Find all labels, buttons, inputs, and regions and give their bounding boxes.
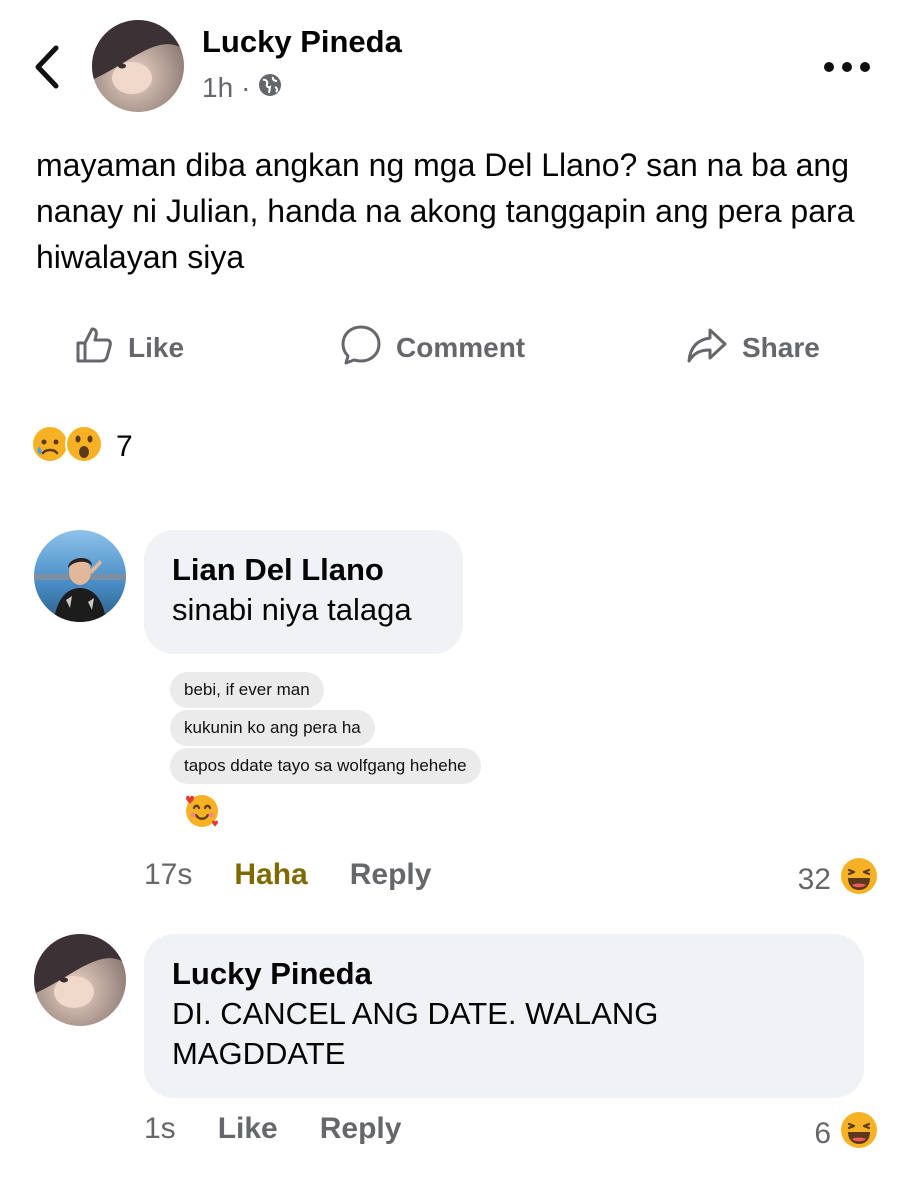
reaction-count: 7: [116, 429, 133, 463]
post-time[interactable]: 1h: [202, 72, 233, 104]
haha-emoji-icon: [839, 856, 879, 904]
comment-meta: 1s Like Reply: [144, 1112, 401, 1146]
reply-button[interactable]: Reply: [320, 1112, 402, 1146]
comment-time[interactable]: 1s: [144, 1112, 176, 1146]
reactions-summary[interactable]: 7: [30, 424, 133, 469]
comment-bubble[interactable]: Lian Del Llano sinabi niya talaga: [144, 530, 463, 654]
globe-icon: [258, 72, 282, 104]
comment-author-name[interactable]: Lucky Pineda: [172, 954, 836, 994]
comment-button[interactable]: Comment: [340, 324, 526, 373]
comment-text: DI. CANCEL ANG DATE. WALANG MAGDDATE: [172, 996, 659, 1071]
comment-icon: [340, 324, 382, 373]
post-author-name[interactable]: Lucky Pineda: [202, 24, 402, 60]
more-horizontal-icon[interactable]: [822, 60, 872, 74]
chevron-left-icon[interactable]: [30, 40, 66, 94]
post-text: mayaman diba angkan ng mga Del Llano? sa…: [36, 147, 855, 275]
reply-button[interactable]: Reply: [350, 858, 432, 892]
comment-reactions[interactable]: 32: [798, 856, 879, 904]
post-meta: 1h ·: [202, 72, 282, 104]
haha-reaction-button[interactable]: Haha: [234, 858, 307, 892]
comment-label: Comment: [396, 332, 526, 363]
smiling-face-with-hearts-emoji-icon: [182, 790, 222, 835]
comment-time[interactable]: 17s: [144, 858, 192, 892]
like-label: Like: [128, 332, 185, 363]
share-icon: [686, 325, 728, 372]
comment-reaction-count: 32: [797, 863, 831, 896]
wow-emoji-icon: [64, 424, 104, 469]
comment-meta: 17s Haha Reply: [144, 858, 431, 892]
comment-text: sinabi niya talaga: [172, 592, 412, 627]
comment-bubble[interactable]: Lucky Pineda DI. CANCEL ANG DATE. WALANG…: [144, 934, 864, 1098]
avatar[interactable]: [34, 530, 126, 622]
avatar[interactable]: [34, 934, 126, 1026]
comment-author-name[interactable]: Lian Del Llano: [172, 550, 435, 590]
thumbs-up-icon: [74, 325, 114, 372]
chat-screenshot-message: tapos ddate tayo sa wolfgang hehehe: [170, 748, 481, 784]
chat-screenshot-message: bebi, if ever man: [170, 672, 324, 708]
chat-screenshot-message: kukunin ko ang pera ha: [170, 710, 375, 746]
comment-reaction-count: 6: [814, 1117, 831, 1150]
like-button[interactable]: Like: [74, 326, 184, 370]
comment-reactions[interactable]: 6: [814, 1110, 879, 1158]
like-comment-button[interactable]: Like: [218, 1112, 278, 1146]
haha-emoji-icon: [839, 1110, 879, 1158]
avatar[interactable]: [92, 20, 184, 112]
meta-separator: ·: [241, 72, 251, 103]
share-label: Share: [742, 332, 820, 363]
share-button[interactable]: Share: [686, 326, 820, 370]
